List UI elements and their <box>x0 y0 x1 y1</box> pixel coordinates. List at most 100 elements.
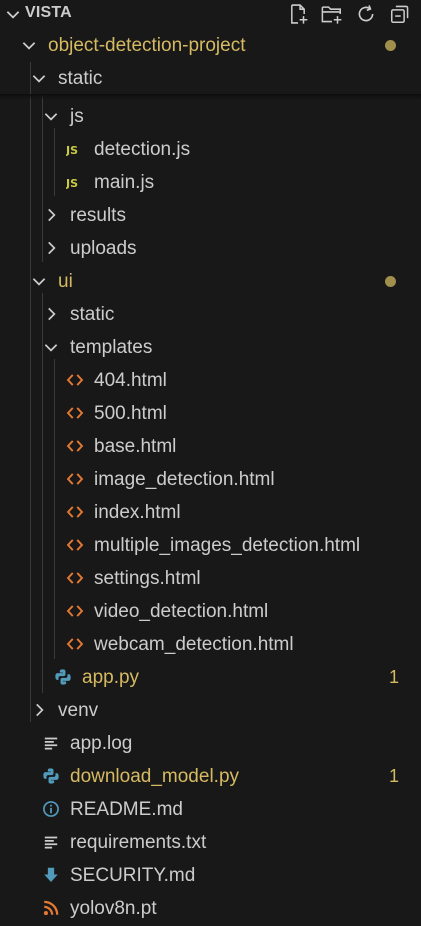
new-file-icon <box>291 4 308 24</box>
chevron-down-icon[interactable] <box>42 338 60 356</box>
tree-item[interactable]: uploads <box>0 232 421 265</box>
sticky-scroll-shadow <box>0 94 421 100</box>
tree-item[interactable]: settings.html <box>0 562 421 595</box>
new-folder-button[interactable] <box>319 1 345 27</box>
text-file-icon <box>42 833 60 851</box>
chevron-down-icon[interactable] <box>30 272 48 290</box>
tree-item[interactable]: JS detection.js <box>0 133 421 166</box>
js-file-icon: JS <box>65 140 84 158</box>
tree-item[interactable]: object-detection-project <box>0 29 421 62</box>
refresh-button[interactable] <box>353 1 379 27</box>
tree-item-label: app.log <box>70 733 133 754</box>
tree-item-label: base.html <box>94 436 177 457</box>
tree-item[interactable]: venv <box>0 694 421 727</box>
tree-item[interactable]: download_model.py 1 <box>0 760 421 793</box>
svg-text:JS: JS <box>66 177 78 190</box>
chevron-down-icon[interactable] <box>20 36 38 54</box>
tree-item[interactable]: JS main.js <box>0 166 421 199</box>
chevron-down-icon[interactable] <box>42 107 60 125</box>
tree-item-label: index.html <box>94 502 181 523</box>
tree-item-label: static <box>70 304 115 325</box>
info-icon <box>42 800 60 818</box>
tree-item-label: static <box>58 68 103 89</box>
chevron-right-icon[interactable] <box>42 305 60 323</box>
tree-item[interactable]: app.py 1 <box>0 661 421 694</box>
html-file-icon <box>66 536 84 554</box>
chevron-right-icon[interactable] <box>30 701 48 719</box>
new-folder-icon <box>321 6 342 24</box>
explorer-title: VISTA <box>25 4 72 21</box>
tree-item-label: video_detection.html <box>94 601 269 622</box>
tree-item[interactable]: js <box>0 100 421 133</box>
refresh-icon <box>358 5 374 22</box>
tree-item[interactable]: static <box>0 298 421 331</box>
tree-item-label: detection.js <box>94 139 191 160</box>
tree-item-label: SECURITY.md <box>70 865 196 886</box>
tree-item[interactable]: README.md <box>0 793 421 826</box>
tree-item-label: templates <box>70 337 153 358</box>
log-file-icon <box>42 734 60 752</box>
chevron-right-icon[interactable] <box>42 206 60 224</box>
html-file-icon <box>66 602 84 620</box>
tree-item-label: multiple_images_detection.html <box>94 535 361 556</box>
chevron-right-icon[interactable] <box>42 239 60 257</box>
problem-count-badge: 1 <box>388 667 399 687</box>
svg-text:JS: JS <box>66 144 78 157</box>
tree-item-label: 500.html <box>94 403 167 424</box>
tree-item[interactable]: templates <box>0 331 421 364</box>
html-file-icon <box>66 569 84 587</box>
explorer-actions <box>285 1 413 27</box>
tree-item-label: image_detection.html <box>94 469 275 490</box>
tree-item[interactable]: 500.html <box>0 397 421 430</box>
tree-item[interactable]: base.html <box>0 430 421 463</box>
tree-item-label: results <box>70 205 126 226</box>
problem-count-badge: 1 <box>388 766 399 786</box>
tree-item[interactable]: image_detection.html <box>0 463 421 496</box>
chevron-down-icon[interactable] <box>4 5 22 23</box>
tree-item[interactable]: webcam_detection.html <box>0 628 421 661</box>
tree-item[interactable]: app.log <box>0 727 421 760</box>
tree-item[interactable]: requirements.txt <box>0 826 421 859</box>
tree-item-label: yolov8n.pt <box>70 898 157 919</box>
tree-item-label: README.md <box>70 799 183 820</box>
tree-item[interactable]: video_detection.html <box>0 595 421 628</box>
html-file-icon <box>66 503 84 521</box>
html-file-icon <box>66 371 84 389</box>
tree-item[interactable]: ui <box>0 265 421 298</box>
html-file-icon <box>66 470 84 488</box>
html-file-icon <box>66 635 84 653</box>
tree-item[interactable]: static <box>0 62 421 95</box>
rss-icon <box>42 899 60 917</box>
html-file-icon <box>66 404 84 422</box>
explorer-panel: VISTA object-detection-project static js… <box>0 0 421 926</box>
modified-dot <box>385 40 396 51</box>
explorer-header[interactable]: VISTA <box>0 0 421 28</box>
tree-item[interactable]: SECURITY.md <box>0 859 421 892</box>
collapse-all-icon <box>390 5 409 24</box>
tree-item-label: requirements.txt <box>70 832 207 853</box>
tree-item-label: settings.html <box>94 568 201 589</box>
tree-item[interactable]: results <box>0 199 421 232</box>
tree-item-label: webcam_detection.html <box>94 634 294 655</box>
download-icon <box>42 866 60 884</box>
tree-item[interactable]: yolov8n.pt <box>0 892 421 925</box>
tree-item-label: ui <box>58 271 73 292</box>
new-file-button[interactable] <box>285 1 311 27</box>
tree-item[interactable]: multiple_images_detection.html <box>0 529 421 562</box>
chevron-down-icon[interactable] <box>30 69 48 87</box>
tree-item-label: 404.html <box>94 370 167 391</box>
html-file-icon <box>66 437 84 455</box>
modified-dot <box>385 276 396 287</box>
python-file-icon <box>54 668 72 686</box>
collapse-all-button[interactable] <box>387 1 413 27</box>
tree-item-label: object-detection-project <box>48 35 246 56</box>
tree-item[interactable]: 404.html <box>0 364 421 397</box>
tree-item[interactable]: index.html <box>0 496 421 529</box>
tree-item-label: js <box>70 106 84 127</box>
tree-item-label: venv <box>58 700 99 721</box>
tree-item-label: app.py <box>82 667 140 688</box>
js-file-icon: JS <box>65 173 84 191</box>
python-file-icon <box>42 767 60 785</box>
tree-item-label: download_model.py <box>70 766 240 787</box>
tree-item-label: uploads <box>70 238 137 259</box>
